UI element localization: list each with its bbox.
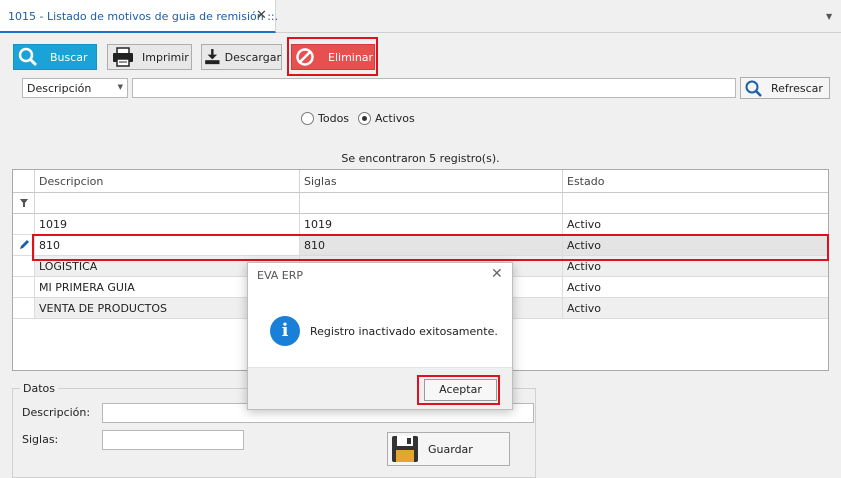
guardar-button[interactable]: Guardar <box>387 432 510 466</box>
column-header-siglas[interactable]: Siglas <box>300 170 563 193</box>
column-header-descripcion[interactable]: Descripcion <box>35 170 300 193</box>
guardar-label: Guardar <box>428 442 473 456</box>
radio-activos-dot <box>362 116 367 121</box>
download-icon <box>205 49 220 65</box>
tab-strip: 1015 - Listado de motivos de guia de rem… <box>0 0 841 33</box>
search-icon <box>18 47 38 67</box>
filter-cell-estado[interactable] <box>563 193 828 214</box>
row-indicator <box>13 277 35 298</box>
pencil-icon <box>20 240 29 249</box>
datos-title: Datos <box>20 382 58 395</box>
radio-activos-label: Activos <box>375 112 415 125</box>
aceptar-button[interactable]: Aceptar <box>424 379 497 401</box>
prohibited-icon <box>296 48 314 66</box>
filter-row-icon-cell <box>13 193 35 214</box>
eliminar-label: Eliminar <box>328 50 374 64</box>
refrescar-label: Refrescar <box>771 81 823 95</box>
filter-cell-siglas[interactable] <box>300 193 563 214</box>
field-selector[interactable]: Descripción ▼ <box>22 78 128 98</box>
descargar-button[interactable]: Descargar <box>201 44 282 70</box>
filter-cell-descripcion[interactable] <box>35 193 300 214</box>
filter-icon <box>20 199 28 207</box>
results-count: Se encontraron 5 registro(s). <box>341 152 500 165</box>
table-row[interactable]: 1019 1019 Activo <box>13 214 828 235</box>
buscar-label: Buscar <box>50 50 88 64</box>
radio-activos[interactable] <box>358 112 371 125</box>
printer-icon <box>113 47 133 67</box>
search-icon <box>745 80 762 97</box>
cell-estado[interactable]: Activo <box>563 214 828 235</box>
cell-descripcion[interactable]: 1019 <box>35 214 300 235</box>
radio-todos-label: Todos <box>318 112 350 125</box>
imprimir-label: Imprimir <box>142 50 189 64</box>
selected-row-highlight <box>32 234 829 261</box>
refrescar-button[interactable]: Refrescar <box>740 77 830 99</box>
column-header-estado[interactable]: Estado <box>563 170 828 193</box>
tab-menu-chevron-down-icon[interactable]: ▼ <box>826 12 832 21</box>
descripcion-label: Descripción: <box>22 406 91 419</box>
buscar-button[interactable]: Buscar <box>13 44 97 70</box>
imprimir-button[interactable]: Imprimir <box>107 44 192 70</box>
field-selector-value: Descripción <box>27 82 92 95</box>
radio-todos[interactable] <box>301 112 314 125</box>
close-icon[interactable]: ✕ <box>256 8 267 23</box>
message-dialog: EVA ERP ✕ i Registro inactivado exitosam… <box>247 262 513 410</box>
cell-estado[interactable]: Activo <box>563 277 828 298</box>
eliminar-button[interactable]: Eliminar <box>291 44 375 70</box>
tab-title: 1015 - Listado de motivos de guia de rem… <box>8 10 279 23</box>
row-indicator <box>13 298 35 319</box>
chevron-down-icon: ▼ <box>117 83 123 91</box>
grid-corner <box>13 170 35 193</box>
save-icon <box>392 436 418 462</box>
dialog-message: Registro inactivado exitosamente. <box>310 325 498 338</box>
cell-estado[interactable]: Activo <box>563 298 828 319</box>
tab-active[interactable]: 1015 - Listado de motivos de guia de rem… <box>0 0 279 33</box>
info-icon: i <box>270 316 300 346</box>
cell-siglas[interactable]: 1019 <box>300 214 563 235</box>
row-indicator <box>13 214 35 235</box>
search-input[interactable] <box>132 78 736 98</box>
close-icon[interactable]: ✕ <box>491 266 503 282</box>
descargar-label: Descargar <box>224 50 281 64</box>
siglas-field[interactable] <box>102 430 244 450</box>
dialog-title: EVA ERP <box>257 269 304 282</box>
siglas-label: Siglas: <box>22 433 59 446</box>
